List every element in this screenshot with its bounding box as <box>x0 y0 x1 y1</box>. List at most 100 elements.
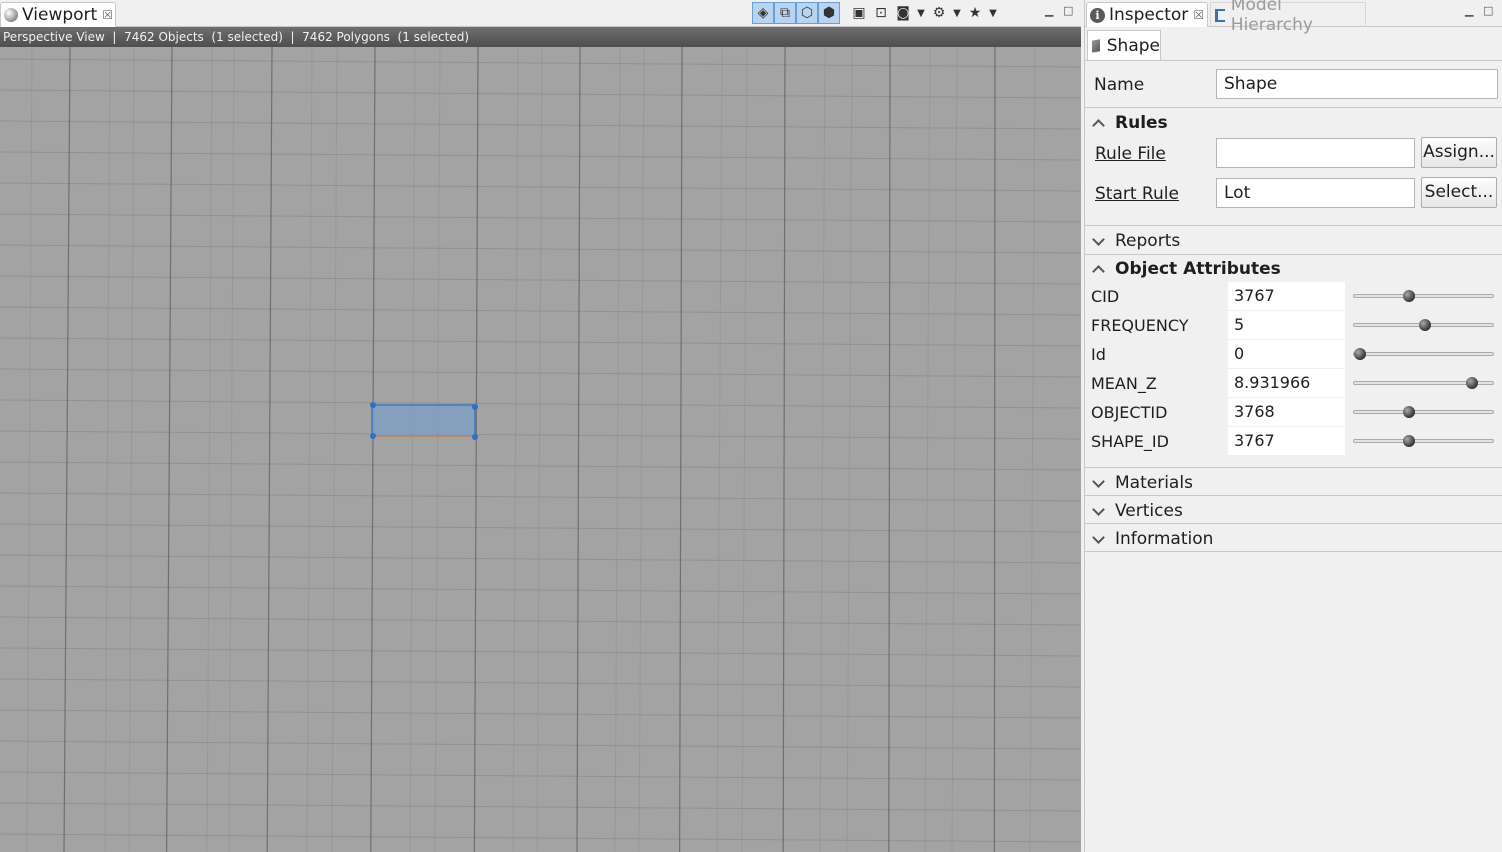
name-field[interactable]: Shape <box>1216 69 1498 99</box>
attribute-slider[interactable] <box>1353 319 1494 331</box>
vertex-handle[interactable] <box>472 404 478 410</box>
object-attributes-section-header[interactable]: Object Attributes <box>1085 255 1502 282</box>
reports-section-header[interactable]: Reports <box>1085 227 1502 254</box>
maximize-icon[interactable]: □ <box>1483 4 1493 17</box>
maximize-icon[interactable]: □ <box>1063 4 1073 17</box>
chevron-down-icon <box>1091 476 1105 490</box>
inspector-pane: i Inspector ☒ Model Hierarchy ▁ □ Shape … <box>1084 0 1502 852</box>
start-rule-field[interactable]: Lot <box>1216 178 1415 208</box>
slider-knob[interactable] <box>1403 290 1416 302</box>
object-attributes-title: Object Attributes <box>1115 258 1281 279</box>
chevron-down-icon <box>1091 234 1105 248</box>
close-icon[interactable]: ☒ <box>102 8 113 22</box>
attribute-slider[interactable] <box>1353 290 1494 302</box>
camera-icon[interactable]: ◙ <box>892 2 914 24</box>
start-rule-link[interactable]: Start Rule <box>1095 184 1179 204</box>
cube-icon <box>1092 38 1100 53</box>
attribute-value-field[interactable]: 3767 <box>1228 282 1345 310</box>
sphere-icon <box>4 8 18 22</box>
textured-view-icon[interactable]: ⬢ <box>818 2 840 24</box>
attribute-name: SHAPE_ID <box>1091 432 1169 451</box>
chevron-up-icon <box>1091 262 1105 276</box>
viewport-tabbar: Viewport ☒ ◈ ⧉ ⬡ ⬢ ▣ ⊡ ◙ ▼ ⚙ ▼ ★ ▼ ▁ □ <box>0 0 1081 27</box>
slider-knob[interactable] <box>1354 348 1366 360</box>
vertex-handle[interactable] <box>370 402 376 408</box>
close-icon[interactable]: ☒ <box>1193 8 1204 22</box>
attribute-value-field[interactable]: 3767 <box>1228 427 1345 455</box>
tab-inspector[interactable]: i Inspector ☒ <box>1086 2 1208 27</box>
attribute-name: Id <box>1091 345 1106 364</box>
viewport-toolbar: ◈ ⧉ ⬡ ⬢ ▣ ⊡ ◙ ▼ ⚙ ▼ ★ ▼ <box>752 2 1000 24</box>
select-button[interactable]: Select... <box>1421 177 1497 208</box>
attribute-value-field[interactable]: 8.931966 <box>1228 369 1345 397</box>
attribute-name: OBJECTID <box>1091 403 1168 422</box>
vertices-title: Vertices <box>1115 500 1183 521</box>
minimize-icon[interactable]: ▁ <box>1465 4 1473 17</box>
attribute-row: SHAPE_ID 3767 <box>1085 427 1502 456</box>
hierarchy-icon <box>1215 8 1225 22</box>
tab-shape[interactable]: Shape <box>1087 30 1161 60</box>
tab-viewport[interactable]: Viewport ☒ <box>0 2 116 27</box>
materials-section-header[interactable]: Materials <box>1085 469 1502 496</box>
star-icon[interactable]: ★ <box>964 2 986 24</box>
slider-knob[interactable] <box>1403 435 1416 447</box>
attribute-row: OBJECTID 3768 <box>1085 398 1502 427</box>
attribute-row: CID 3767 <box>1085 282 1502 311</box>
slider-knob[interactable] <box>1403 406 1416 418</box>
wireframe-view-icon[interactable]: ⧉ <box>774 2 796 24</box>
viewport-pane: Viewport ☒ ◈ ⧉ ⬡ ⬢ ▣ ⊡ ◙ ▼ ⚙ ▼ ★ ▼ ▁ □ P… <box>0 0 1081 852</box>
tab-viewport-label: Viewport <box>22 5 98 25</box>
camera-menu-chevron-down-icon[interactable]: ▼ <box>914 2 928 24</box>
materials-title: Materials <box>1115 472 1193 493</box>
vertices-section-header[interactable]: Vertices <box>1085 497 1502 524</box>
attribute-row: Id 0 <box>1085 340 1502 369</box>
info-icon: i <box>1090 7 1105 23</box>
frame-selection-icon[interactable]: ⊡ <box>870 2 892 24</box>
tab-model-hierarchy[interactable]: Model Hierarchy <box>1210 0 1366 35</box>
viewport-canvas[interactable] <box>0 47 1081 852</box>
inspector-tabbar: i Inspector ☒ Model Hierarchy ▁ □ <box>1085 0 1502 35</box>
name-label: Name <box>1094 75 1145 95</box>
gear-icon[interactable]: ⚙ <box>928 2 950 24</box>
information-title: Information <box>1115 528 1214 549</box>
rules-section-header[interactable]: Rules <box>1085 109 1502 136</box>
information-section-header[interactable]: Information <box>1085 525 1502 552</box>
shaded-view-icon[interactable]: ◈ <box>752 2 774 24</box>
reports-title: Reports <box>1115 230 1181 251</box>
attribute-name: MEAN_Z <box>1091 374 1157 393</box>
rules-title: Rules <box>1115 112 1168 133</box>
attribute-row: FREQUENCY 5 <box>1085 311 1502 340</box>
selected-shape[interactable] <box>371 404 476 437</box>
attribute-slider[interactable] <box>1353 348 1494 360</box>
app-window: Viewport ☒ ◈ ⧉ ⬡ ⬢ ▣ ⊡ ◙ ▼ ⚙ ▼ ★ ▼ ▁ □ P… <box>0 0 1502 852</box>
vertex-handle[interactable] <box>370 433 376 439</box>
chevron-down-icon <box>1091 532 1105 546</box>
attribute-value-field[interactable]: 3768 <box>1228 398 1345 426</box>
attribute-name: CID <box>1091 287 1120 306</box>
attribute-row: MEAN_Z 8.931966 <box>1085 369 1502 398</box>
settings-menu-chevron-down-icon[interactable]: ▼ <box>950 2 964 24</box>
attribute-slider[interactable] <box>1353 377 1494 389</box>
tab-shape-label: Shape <box>1106 35 1160 56</box>
rule-file-field[interactable] <box>1216 138 1415 168</box>
attribute-slider[interactable] <box>1353 435 1494 447</box>
bookmarks-menu-chevron-down-icon[interactable]: ▼ <box>986 2 1000 24</box>
tab-inspector-label: Inspector <box>1109 5 1189 25</box>
attribute-value-field[interactable]: 0 <box>1228 340 1345 368</box>
viewport-status-bar: Perspective View | 7462 Objects (1 selec… <box>0 27 1081 47</box>
minimize-icon[interactable]: ▁ <box>1045 4 1053 17</box>
attribute-value-field[interactable]: 5 <box>1228 311 1345 339</box>
assign-button[interactable]: Assign... <box>1421 137 1497 168</box>
attribute-slider[interactable] <box>1353 406 1494 418</box>
slider-knob[interactable] <box>1466 377 1479 389</box>
slider-knob[interactable] <box>1418 319 1431 331</box>
chevron-up-icon <box>1091 116 1105 130</box>
chevron-down-icon <box>1091 504 1105 518</box>
rule-file-link[interactable]: Rule File <box>1095 144 1166 164</box>
attribute-name: FREQUENCY <box>1091 316 1189 335</box>
tab-model-hierarchy-label: Model Hierarchy <box>1230 0 1313 35</box>
bookmark-view-icon[interactable]: ▣ <box>848 2 870 24</box>
inspector-body: Name Shape Rules Rule File Assign... Sta… <box>1085 60 1502 852</box>
box-view-icon[interactable]: ⬡ <box>796 2 818 24</box>
vertex-handle[interactable] <box>472 434 478 440</box>
